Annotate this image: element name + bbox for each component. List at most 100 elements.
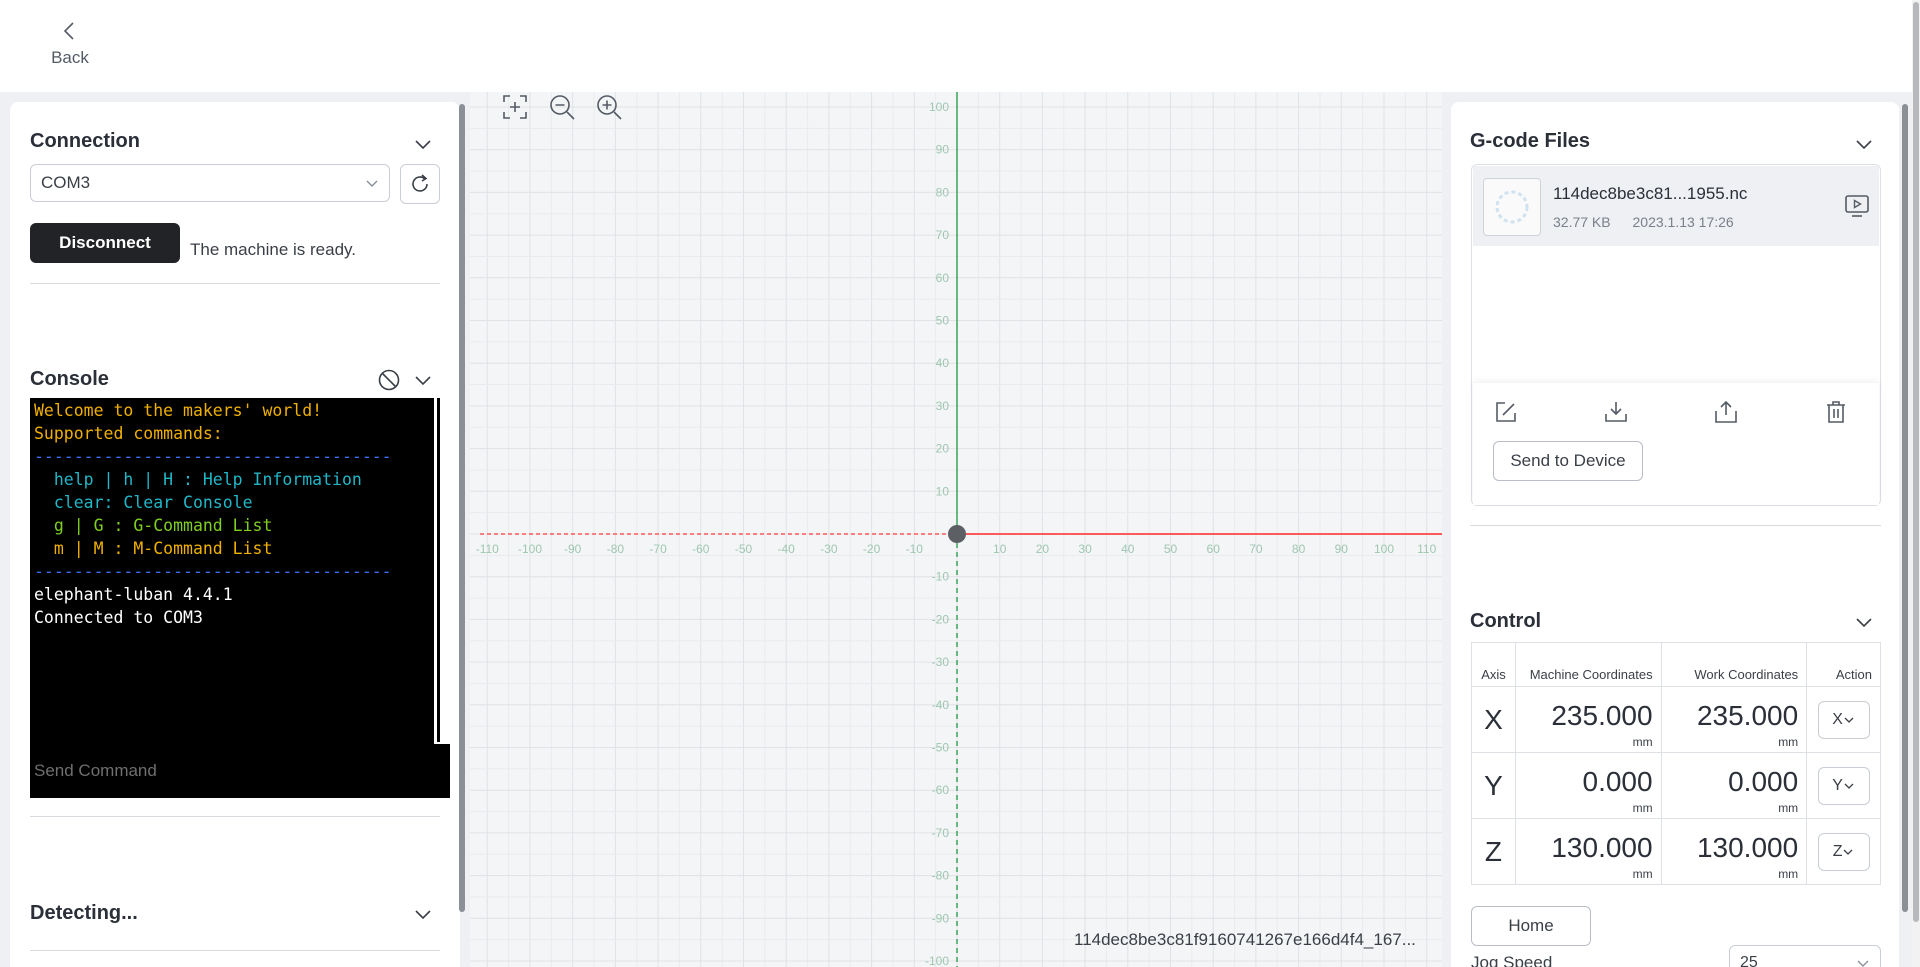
chevron-down-icon[interactable] [413,904,433,924]
gcode-file-list: 114dec8be3c81...1955.nc 32.77 KB 2023.1.… [1471,164,1881,506]
y-tick-label: -80 [932,869,950,883]
x-tick-label: -80 [607,542,625,556]
x-tick-label: -110 [476,542,499,556]
y-tick-label: 10 [936,484,950,498]
y-tick-label: -90 [932,911,950,925]
divider [30,283,440,284]
action-cell: Z [1806,818,1881,885]
chevron-down-icon [1844,717,1854,723]
machine-coordinate: 0.000 mm [1514,752,1662,819]
chevron-down-icon[interactable] [413,370,433,390]
gcode-file-item[interactable]: 114dec8be3c81...1955.nc 32.77 KB 2023.1.… [1473,166,1879,246]
x-tick-label: -90 [564,542,582,556]
x-tick-label: 30 [1078,542,1092,556]
action-cell: X [1806,686,1881,753]
machine-coordinate: 235.000 mm [1514,686,1662,753]
console-line: clear: Clear Console [34,493,253,512]
console-line: m | M : M-Command List [34,539,273,558]
export-icon[interactable] [1713,399,1739,425]
work-coordinate: 0.000 mm [1660,752,1808,819]
refresh-button[interactable] [400,164,440,204]
work-coordinate-value: 235.000 [1696,699,1799,731]
console-line: ------------------------------------ [34,562,392,581]
send-command-input[interactable]: Send Command [30,744,450,798]
port-value: COM3 [41,173,91,192]
unit-label: mm [1632,867,1653,881]
axis-action-dropdown[interactable]: X [1817,700,1870,739]
y-tick-label: 30 [936,399,950,413]
machine-coordinate: 130.000 mm [1514,818,1662,885]
detecting-title: Detecting... [30,902,138,924]
axis-action-dropdown[interactable]: Z [1817,832,1870,871]
axis-label: Z [1471,818,1516,885]
jog-speed-select[interactable]: 25 [1729,945,1881,967]
refresh-icon [412,174,428,192]
console-line: elephant-luban 4.4.1 [34,585,233,604]
download-icon[interactable] [1603,399,1629,425]
origin-marker [948,525,966,543]
disconnect-button[interactable]: Disconnect [30,223,180,263]
chevron-down-icon[interactable] [1854,612,1874,632]
file-actions: Send to Device [1473,383,1879,505]
gcode-files-title: G-code Files [1470,130,1591,152]
x-tick-label: -30 [820,542,838,556]
zoom-in-icon[interactable] [594,92,624,122]
console-line: g | G : G-Command List [34,516,273,535]
console-output: Welcome to the makers' world! Supported … [30,398,434,744]
home-button[interactable]: Home [1471,906,1591,946]
connection-status: The machine is ready. [190,240,356,259]
back-label: Back [51,48,89,67]
zoom-out-icon[interactable] [547,92,577,122]
x-tick-label: -10 [906,542,924,556]
x-tick-label: 100 [1374,542,1394,556]
send-to-device-button[interactable]: Send to Device [1493,441,1643,481]
jog-speed-label: Jog Speed [1471,953,1553,967]
preview-icon[interactable] [1843,192,1871,220]
console-line: ------------------------------------ [34,447,392,466]
fit-view-icon[interactable] [500,92,530,122]
coordinate-grid: -110 -100 -90 -80 -70 -60 -50 -40 -30 -20 -10 10 20 3… [470,92,1442,967]
left-panel-scrollbar[interactable] [459,104,465,912]
x-tick-label: 80 [1292,542,1306,556]
chevron-down-icon [366,180,378,187]
delete-icon[interactable] [1823,399,1849,425]
work-coordinate: 235.000 mm [1660,686,1808,753]
y-tick-label: 40 [936,356,950,370]
unit-label: mm [1632,735,1653,749]
x-tick-label: -50 [735,542,753,556]
x-tick-label: 50 [1164,542,1178,556]
right-panel-scrollbar[interactable] [1902,104,1908,912]
workspace-canvas[interactable]: -110 -100 -90 -80 -70 -60 -50 -40 -30 -20 -10 10 20 3… [470,92,1442,967]
y-tick-label: -40 [932,698,950,712]
back-button[interactable]: Back [48,20,92,76]
work-coordinate: 130.000 mm [1660,818,1808,885]
file-thumbnail [1483,178,1541,236]
edit-icon[interactable] [1493,399,1519,425]
y-tick-label: 70 [936,228,950,242]
unit-label: mm [1632,801,1653,815]
x-tick-label: -100 [518,542,542,556]
y-tick-label: -50 [932,741,950,755]
unit-label: mm [1778,801,1799,815]
window-scrollbar[interactable] [1912,0,1920,967]
right-panel: G-code Files 114dec8be3c81...1955.nc 32.… [1451,102,1899,967]
console-scrollbar[interactable] [434,398,450,744]
console-title: Console [30,368,109,390]
y-tick-label: 80 [936,185,950,199]
chevron-down-icon[interactable] [413,134,433,154]
console-line: help | h | H : Help Information [34,470,362,489]
clear-console-icon[interactable] [377,368,401,392]
action-cell: Y [1806,752,1881,819]
x-tick-label: 20 [1036,542,1050,556]
canvas-file-name: 114dec8be3c81f9160741267e166d4f4_167... [1074,930,1416,949]
y-tick-label: 90 [936,143,950,157]
chevron-down-icon[interactable] [1854,134,1874,154]
table-row: X 235.000 mm 235.000 mm X [1471,686,1881,753]
thumbnail-icon [1495,190,1529,224]
chevron-left-icon [63,22,74,40]
port-select[interactable]: COM3 [30,164,390,202]
console-line: Supported commands: [34,424,223,443]
axis-action-label: X [1832,710,1843,728]
axis-action-dropdown[interactable]: Y [1817,766,1870,805]
chevron-down-icon [1844,783,1854,789]
